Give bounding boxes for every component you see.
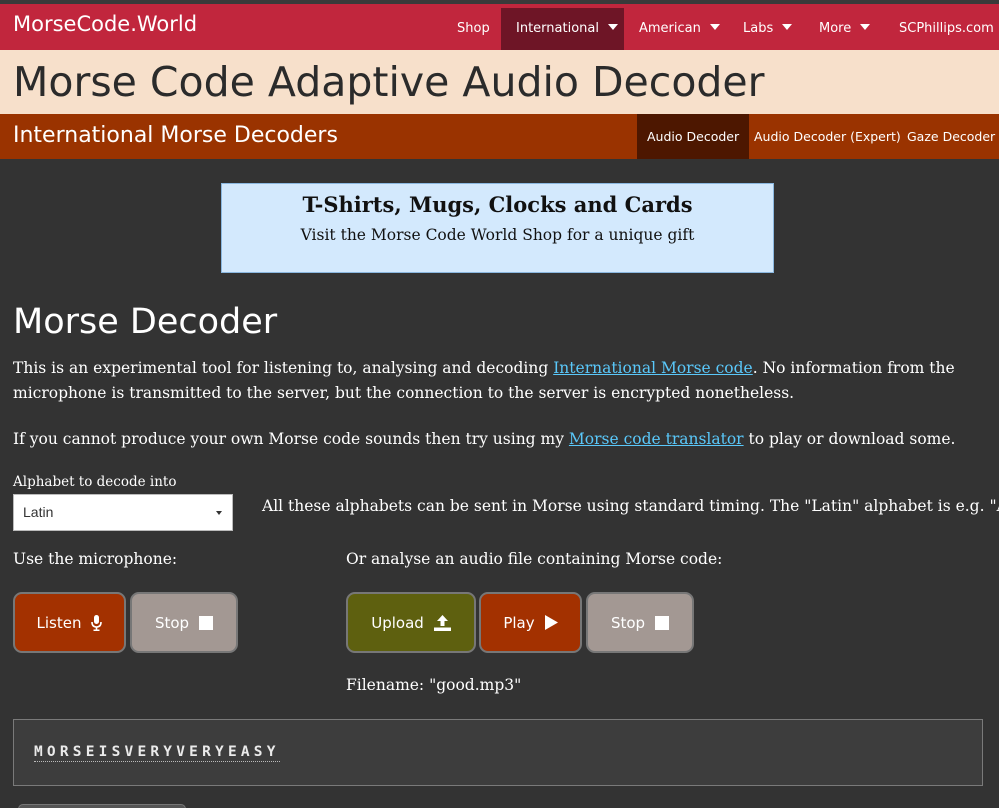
chevron-down-icon bbox=[782, 23, 793, 30]
upload-icon bbox=[433, 614, 451, 631]
title-band: Morse Code Adaptive Audio Decoder bbox=[0, 50, 999, 114]
intro-text: to play or download some. bbox=[743, 430, 956, 448]
stop-button-label: Stop bbox=[154, 613, 190, 632]
filename-display: Filename: "good.mp3" bbox=[346, 676, 522, 694]
nav-item-shop[interactable]: Shop bbox=[442, 8, 505, 50]
ad-subtitle: Visit the Morse Code World Shop for a un… bbox=[300, 226, 695, 244]
microphone-icon bbox=[91, 614, 103, 631]
chevron-down-icon bbox=[709, 23, 720, 30]
shop-ad-banner[interactable]: T-Shirts, Mugs, Clocks and Cards Visit t… bbox=[221, 183, 774, 273]
play-button[interactable]: Play bbox=[479, 592, 582, 653]
alphabet-select[interactable]: Latin bbox=[13, 494, 233, 531]
file-label: Or analyse an audio file containing Mors… bbox=[346, 550, 723, 568]
alphabet-note: All these alphabets can be sent in Morse… bbox=[262, 497, 999, 515]
microphone-label: Use the microphone: bbox=[13, 550, 178, 568]
subnav-audio-decoder-expert[interactable]: Audio Decoder (Expert) bbox=[744, 114, 911, 159]
intro-text: This is an experimental tool for listeni… bbox=[13, 359, 554, 377]
chevron-down-icon bbox=[216, 511, 222, 515]
decoded-output-panel: MORSEISVERYVERYEASY bbox=[13, 719, 983, 786]
sub-navbar: International Morse Decoders Audio Decod… bbox=[0, 114, 999, 159]
subnav-title[interactable]: International Morse Decoders bbox=[13, 123, 338, 148]
section-title: Morse Decoder bbox=[13, 302, 278, 342]
intro-text: If you cannot produce your own Morse cod… bbox=[13, 430, 569, 448]
nav-item-international[interactable]: International bbox=[501, 8, 624, 50]
top-navbar: MorseCode.World Shop International Ameri… bbox=[0, 0, 999, 50]
nav-item-american[interactable]: American bbox=[624, 8, 735, 50]
decoded-text: MORSEISVERYVERYEASY bbox=[34, 744, 280, 762]
stop-square-icon bbox=[655, 615, 670, 630]
nav-item-label: More bbox=[819, 21, 852, 36]
stop-button-label: Stop bbox=[610, 613, 646, 632]
upload-button-label: Upload bbox=[371, 613, 424, 632]
intro-paragraph-2: If you cannot produce your own Morse cod… bbox=[13, 427, 988, 452]
play-triangle-icon bbox=[544, 615, 558, 630]
file-stop-button[interactable]: Stop bbox=[586, 592, 694, 653]
morse-translator-link[interactable]: Morse code translator bbox=[569, 430, 744, 448]
nav-item-label: Shop bbox=[457, 21, 490, 36]
nav-item-label: Labs bbox=[743, 21, 774, 36]
nav-item-scphillips[interactable]: SCPhillips.com bbox=[884, 8, 999, 50]
intro-paragraph-1: This is an experimental tool for listeni… bbox=[13, 356, 988, 406]
listen-button[interactable]: Listen bbox=[13, 592, 126, 653]
chevron-down-icon bbox=[607, 23, 618, 30]
ad-title: T-Shirts, Mugs, Clocks and Cards bbox=[302, 192, 693, 217]
international-morse-link[interactable]: International Morse code bbox=[553, 359, 753, 377]
nav-item-label: International bbox=[516, 21, 599, 36]
mic-stop-button[interactable]: Stop bbox=[130, 592, 238, 653]
chevron-down-icon bbox=[860, 23, 871, 30]
stop-square-icon bbox=[199, 615, 214, 630]
nav-item-labs[interactable]: Labs bbox=[728, 8, 807, 50]
alphabet-selected-value: Latin bbox=[23, 504, 54, 520]
nav-item-label: SCPhillips.com bbox=[899, 21, 994, 36]
nav-item-more[interactable]: More bbox=[804, 8, 885, 50]
play-button-label: Play bbox=[503, 613, 535, 632]
page-title: Morse Code Adaptive Audio Decoder bbox=[13, 58, 765, 106]
site-brand[interactable]: MorseCode.World bbox=[13, 12, 197, 36]
listen-button-label: Listen bbox=[36, 613, 82, 632]
nav-item-label: American bbox=[639, 21, 701, 36]
upload-button[interactable]: Upload bbox=[346, 592, 476, 653]
subnav-audio-decoder[interactable]: Audio Decoder bbox=[637, 114, 750, 159]
subnav-gaze-decoder[interactable]: Gaze Decoder bbox=[897, 114, 999, 159]
alphabet-label: Alphabet to decode into bbox=[13, 474, 177, 490]
partially-visible-control[interactable] bbox=[18, 804, 186, 808]
